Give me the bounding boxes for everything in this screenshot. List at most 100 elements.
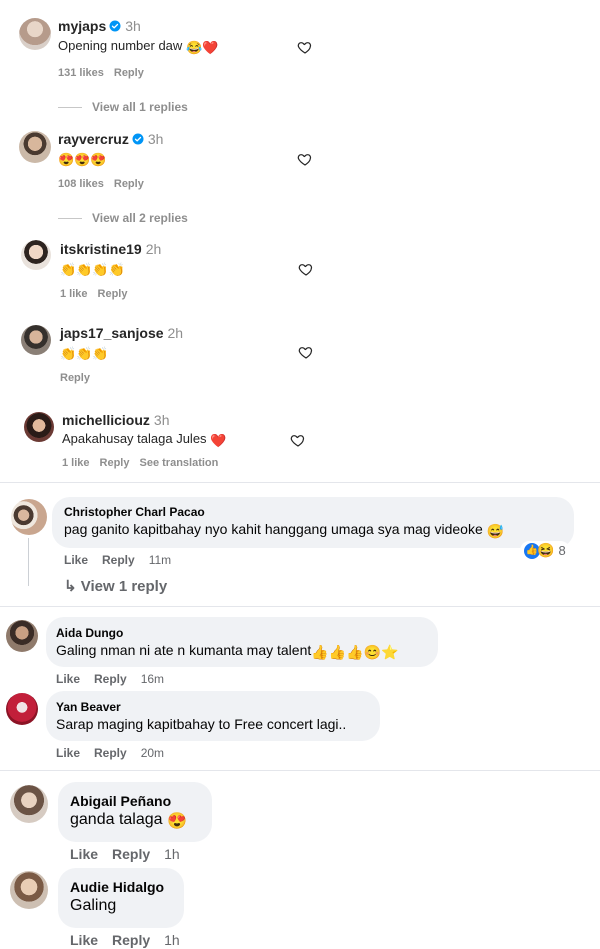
emoji: 😅 [486, 523, 505, 539]
reply-button[interactable]: Reply [94, 672, 127, 686]
emoji: 😍😍😍 [58, 152, 107, 167]
heart-outline-icon[interactable] [297, 39, 313, 55]
comment-text: ganda talaga 😍 [70, 811, 187, 830]
timestamp: 2h [167, 325, 184, 341]
comment-header: itskristine19 2h [60, 241, 161, 259]
verified-badge-icon [109, 20, 121, 32]
username[interactable]: myjaps [58, 18, 106, 34]
emoji: ❤️ [210, 433, 227, 448]
commenter-name[interactable]: Yan Beaver [56, 700, 346, 714]
commenter-name[interactable]: Aida Dungo [56, 626, 398, 640]
avatar[interactable] [21, 325, 51, 355]
timestamp: 3h [147, 131, 164, 147]
heart-outline-icon[interactable] [297, 151, 313, 167]
timestamp: 20m [140, 746, 165, 760]
comment-text: Galing [70, 897, 117, 914]
comment-bubble: Aida Dungo Galing nman ni ate n kumanta … [46, 617, 438, 667]
comment-bubble: Audie Hidalgo Galing [58, 868, 184, 928]
like-button[interactable]: Like [70, 846, 98, 862]
commenter-name[interactable]: Audie Hidalgo [70, 879, 164, 895]
reply-button[interactable]: Reply [98, 288, 128, 300]
comment-text: Galing nman ni ate n kumanta may talent👍… [56, 642, 399, 660]
like-button[interactable]: Like [56, 672, 80, 686]
comment-text: Apakahusay talaga Jules ❤️ [62, 431, 227, 448]
emoji: 👍👍👍😊⭐ [311, 644, 399, 660]
username[interactable]: japs17_sanjose [60, 325, 164, 341]
comment-text: Sarap maging kapitbahay to Free concert … [56, 716, 347, 732]
section-divider [0, 770, 600, 771]
timestamp: 11m [148, 553, 172, 567]
reply-button[interactable]: Reply [102, 553, 135, 567]
timestamp: 3h [153, 412, 170, 428]
like-button[interactable]: Like [64, 553, 88, 567]
username[interactable]: itskristine19 [60, 241, 142, 257]
timestamp: 1h [164, 932, 180, 948]
reply-button[interactable]: Reply [60, 372, 90, 384]
avatar[interactable] [10, 871, 48, 909]
likes-count[interactable]: 1 like [60, 288, 88, 300]
haha-reaction-icon: 😆 [537, 542, 555, 558]
comment-text: Opening number daw 😂❤️ [58, 38, 219, 55]
heart-outline-icon[interactable] [290, 432, 306, 448]
timestamp: 2h [145, 241, 162, 257]
thread-line [28, 538, 29, 586]
heart-outline-icon[interactable] [298, 261, 314, 277]
comment-text: 😍😍😍 [58, 150, 107, 168]
comment-bubble: Abigail Peñano ganda talaga 😍 [58, 782, 212, 842]
like-button[interactable]: Like [56, 746, 80, 760]
section-divider [0, 606, 600, 607]
view-replies-button[interactable]: ↳ View 1 reply [64, 577, 167, 595]
comment-meta: 1 like Reply See translation [62, 457, 228, 469]
emoji: 😂❤️ [185, 40, 219, 55]
comment-actions: Like Reply 16m [56, 672, 178, 686]
comment-text: pag ganito kapitbahay nyo kahit hanggang… [64, 521, 505, 539]
comment-header: japs17_sanjose 2h [60, 325, 183, 343]
section-divider [0, 482, 600, 483]
reply-button[interactable]: Reply [94, 746, 127, 760]
comment-actions: Like Reply 1h [70, 932, 194, 948]
avatar[interactable] [19, 18, 51, 50]
timestamp: 3h [125, 18, 141, 34]
heart-outline-icon[interactable] [298, 344, 314, 360]
emoji: 👏👏👏 [60, 346, 109, 361]
like-button[interactable]: Like [70, 932, 98, 948]
comment-meta: Reply [60, 372, 100, 384]
avatar[interactable] [11, 499, 47, 535]
username[interactable]: rayvercruz [58, 131, 129, 147]
username[interactable]: michelliciouz [62, 412, 150, 428]
avatar[interactable] [24, 412, 54, 442]
avatar[interactable] [6, 693, 38, 725]
avatar[interactable] [21, 240, 51, 270]
verified-badge-icon [132, 133, 144, 145]
likes-count[interactable]: 1 like [62, 457, 90, 469]
commenter-name[interactable]: Christopher Charl Pacao [64, 505, 504, 519]
comment-bubble: Christopher Charl Pacao pag ganito kapit… [52, 497, 574, 548]
avatar[interactable] [19, 131, 51, 163]
avatar[interactable] [10, 785, 48, 823]
reply-button[interactable]: Reply [112, 932, 150, 948]
comment-actions: Like Reply 11m [64, 553, 185, 567]
timestamp: 16m [140, 672, 165, 686]
comment-actions: Like Reply 1h [70, 846, 194, 862]
comment-text: 👏👏👏👏 [60, 260, 125, 278]
see-translation-button[interactable]: See translation [140, 457, 219, 469]
reply-button[interactable]: Reply [112, 846, 150, 862]
reactions-count: 8 [558, 543, 566, 558]
comment-text: 👏👏👏 [60, 344, 109, 362]
likes-count[interactable]: 108 likes [58, 178, 104, 190]
likes-count[interactable]: 131 likes [58, 67, 104, 79]
reply-button[interactable]: Reply [114, 67, 144, 79]
avatar[interactable] [6, 620, 38, 652]
reply-arrow-icon: ↳ [64, 578, 81, 595]
replies-line [58, 107, 82, 109]
view-replies-button[interactable]: View all 2 replies [58, 211, 188, 225]
view-replies-button[interactable]: View all 1 replies [58, 100, 188, 114]
reply-button[interactable]: Reply [114, 178, 144, 190]
reply-button[interactable]: Reply [100, 457, 130, 469]
reactions-summary[interactable]: 👍 😆 8 [520, 541, 570, 560]
comment-actions: Like Reply 20m [56, 746, 178, 760]
commenter-name[interactable]: Abigail Peñano [70, 793, 187, 809]
comment-header: michelliciouz 3h [62, 412, 170, 430]
timestamp: 1h [164, 846, 180, 862]
comment-meta: 108 likes Reply [58, 178, 154, 190]
